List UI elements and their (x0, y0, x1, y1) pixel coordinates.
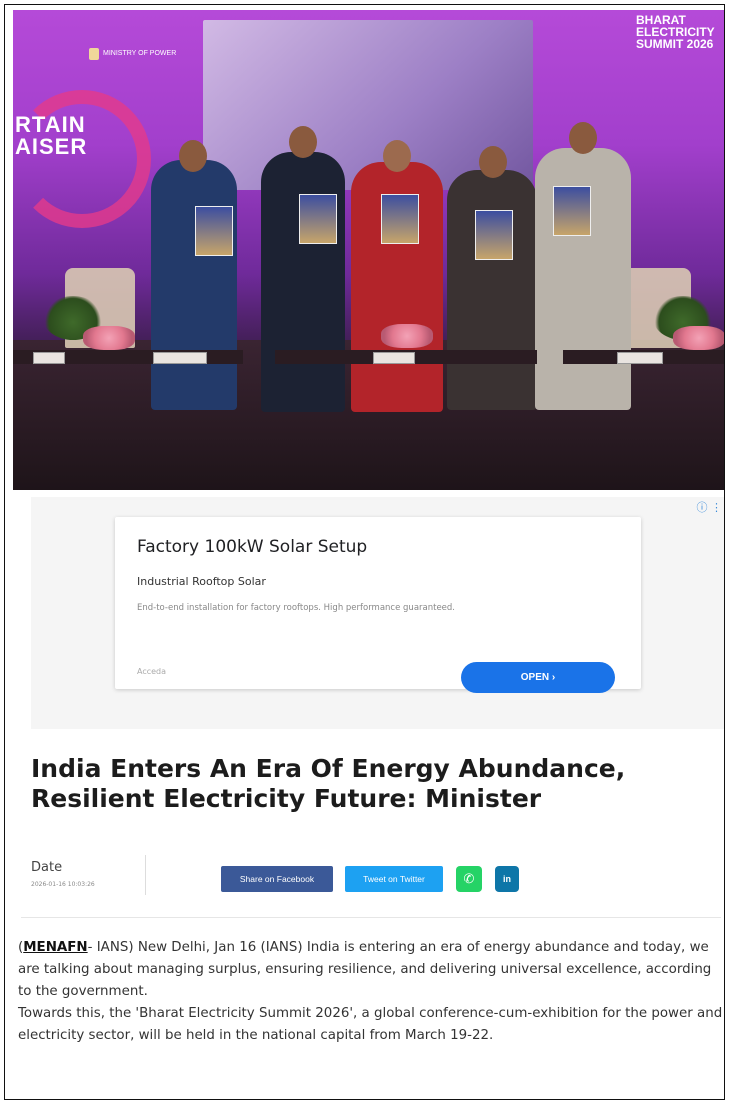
person (151, 160, 237, 410)
ad-description: End-to-end installation for factory roof… (137, 603, 456, 613)
summit-badge: BHARAT ELECTRICITY SUMMIT 2026 (636, 13, 715, 51)
report-book (299, 194, 337, 244)
page-frame: RTAIN AISER MINISTRY OF POWER BHARAT ELE… (4, 4, 725, 1100)
ad-title[interactable]: Factory 100kW Solar Setup (137, 537, 367, 557)
person (447, 170, 537, 410)
share-facebook-button[interactable]: Share on Facebook (221, 866, 333, 892)
flower-arrangement (381, 324, 433, 348)
divider (145, 855, 146, 895)
banner-ring (13, 90, 151, 228)
report-book (553, 186, 591, 236)
person-head (383, 140, 411, 172)
person-head (569, 122, 597, 154)
report-book (381, 194, 419, 244)
date-value: 2026-01-16 10:03:26 (31, 881, 95, 888)
ministry-label: MINISTRY OF POWER (103, 50, 177, 57)
divider (21, 917, 721, 918)
nameplate (33, 352, 65, 364)
hero-image[interactable]: RTAIN AISER MINISTRY OF POWER BHARAT ELE… (13, 10, 724, 490)
article-headline: India Enters An Era Of Energy Abundance,… (31, 754, 626, 813)
ad-advertiser: Acceda (137, 667, 167, 676)
article-body: (MENAFN- IANS) New Delhi, Jan 16 (IANS) … (18, 937, 724, 1047)
person-head (479, 146, 507, 178)
source-link[interactable]: MENAFN (23, 940, 87, 955)
person-head (289, 126, 317, 158)
report-book (195, 206, 233, 256)
whatsapp-icon[interactable]: ✆ (456, 866, 482, 892)
ad-subtitle: Industrial Rooftop Solar (137, 575, 266, 588)
flower-arrangement (83, 326, 135, 350)
article-paragraph: Towards this, the 'Bharat Electricity Su… (18, 1006, 723, 1043)
ad-open-button[interactable]: OPEN › (461, 662, 615, 693)
banner-text: RTAIN AISER (15, 112, 88, 159)
flower-arrangement (673, 326, 724, 350)
nameplate (153, 352, 207, 364)
date-label: Date (31, 860, 63, 875)
share-twitter-button[interactable]: Tweet on Twitter (345, 866, 443, 892)
person (261, 152, 345, 412)
nameplate (373, 352, 415, 364)
person-head (179, 140, 207, 172)
report-book (475, 210, 513, 260)
emblem-icon (89, 48, 99, 60)
article-meta: Date 2026-01-16 10:03:26 Share on Facebo… (31, 855, 721, 907)
nameplate (617, 352, 663, 364)
ad-container: ⓘ ⋮ Factory 100kW Solar Setup Industrial… (31, 497, 724, 729)
ad-card[interactable]: Factory 100kW Solar Setup Industrial Roo… (115, 517, 641, 693)
article-paragraph: (MENAFN- IANS) New Delhi, Jan 16 (IANS) … (18, 940, 712, 999)
info-icon[interactable]: ⓘ ⋮ (697, 499, 723, 515)
linkedin-icon[interactable]: in (495, 866, 519, 892)
